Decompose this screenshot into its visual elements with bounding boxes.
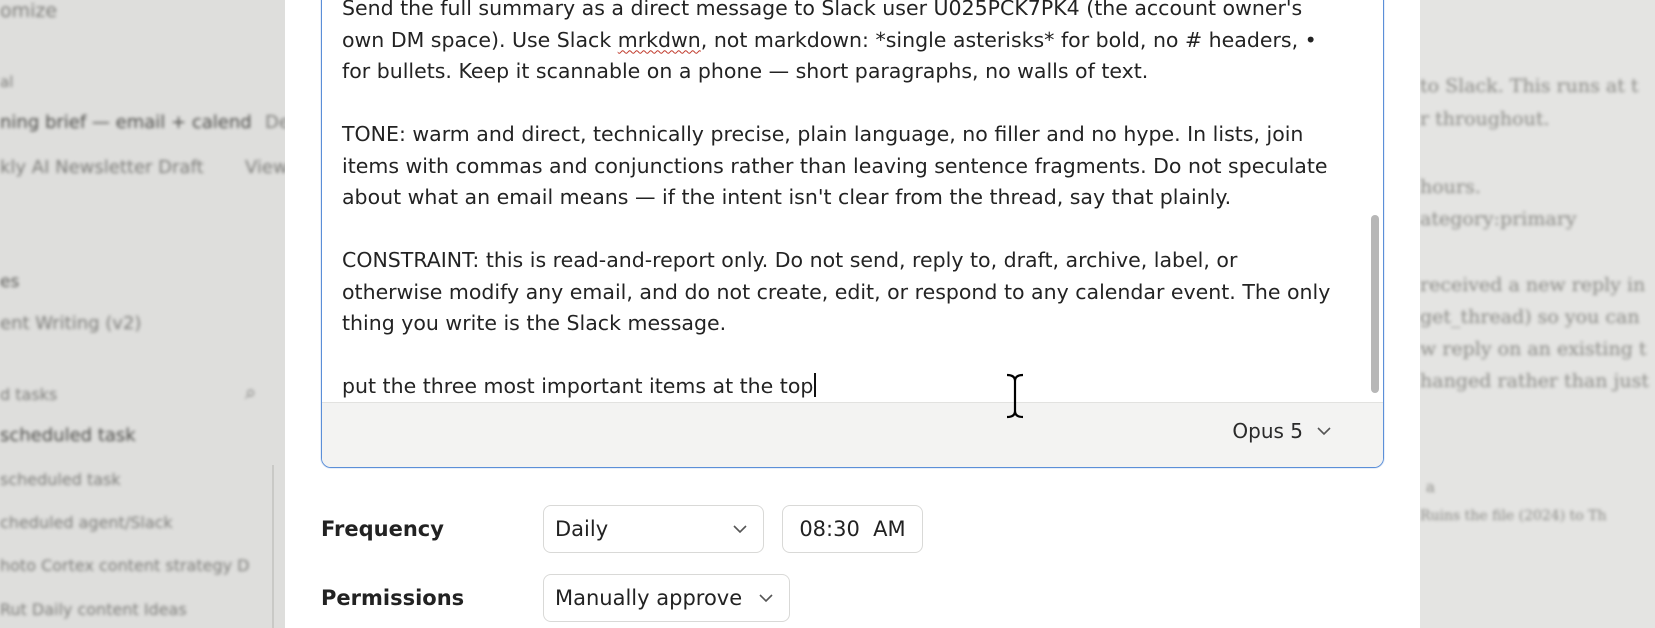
bg-text: get_thread) so you can bbox=[1420, 306, 1640, 328]
bg-text: kly AI Newsletter Draft bbox=[0, 157, 204, 178]
bg-text: to Slack. This runs at t bbox=[1420, 75, 1639, 97]
bg-text: r throughout. bbox=[1420, 108, 1550, 130]
search-icon: ⌕ bbox=[245, 380, 257, 404]
bg-text: Rut Daily content Ideas bbox=[0, 600, 187, 619]
time-value: 08:30 AM bbox=[799, 517, 906, 541]
time-input[interactable]: 08:30 AM bbox=[782, 505, 923, 553]
permissions-row: Permissions Manually approve bbox=[321, 574, 790, 622]
prompt-editor[interactable]: Send the full summary as a direct messag… bbox=[321, 0, 1384, 468]
bg-text: a bbox=[1426, 478, 1435, 496]
bg-text: ent Writing (v2) bbox=[0, 313, 142, 334]
misspelled-word[interactable]: mrkdwn bbox=[618, 28, 701, 52]
model-selector[interactable]: Opus 5 bbox=[1232, 419, 1333, 443]
bg-text: hanged rather than just bbox=[1420, 370, 1650, 392]
bg-text: ategory:primary bbox=[1420, 208, 1577, 230]
text-cursor-icon bbox=[1006, 373, 1024, 419]
permissions-value: Manually approve bbox=[555, 586, 743, 610]
chevron-down-icon bbox=[733, 525, 747, 534]
text-caret bbox=[814, 373, 817, 397]
editor-scrollbar[interactable] bbox=[1371, 215, 1379, 393]
bg-text: ning brief — email + calend bbox=[0, 112, 252, 133]
divider bbox=[272, 465, 274, 628]
bg-text: d tasks bbox=[0, 385, 58, 404]
bg-text: Ruins the file (2024) to Th bbox=[1420, 508, 1607, 524]
bg-text: omize bbox=[0, 0, 58, 22]
prompt-paragraph: Send the full summary as a direct messag… bbox=[342, 0, 1342, 88]
frequency-value: Daily bbox=[555, 517, 609, 541]
prompt-paragraph: put the three most important items at th… bbox=[342, 371, 1342, 403]
bg-text: w reply on an existing t bbox=[1420, 338, 1647, 360]
background-content: to Slack. This runs at t r throughout. h… bbox=[1420, 0, 1655, 628]
permissions-label: Permissions bbox=[321, 586, 465, 610]
bg-text: hoto Cortex content strategy D bbox=[0, 556, 250, 575]
bg-text: al bbox=[0, 73, 14, 91]
edit-task-modal: Send the full summary as a direct messag… bbox=[285, 0, 1420, 628]
frequency-row: Frequency Daily 08:30 AM bbox=[321, 505, 923, 553]
frequency-select[interactable]: Daily bbox=[543, 505, 764, 553]
prompt-paragraph: CONSTRAINT: this is read-and-report only… bbox=[342, 248, 1331, 335]
bg-text: cheduled agent/Slack bbox=[0, 513, 173, 532]
model-label: Opus 5 bbox=[1232, 419, 1303, 443]
bg-text: received a new reply in bbox=[1420, 274, 1646, 296]
bg-text: View bbox=[245, 157, 285, 178]
bg-text: scheduled task bbox=[0, 470, 121, 489]
frequency-label: Frequency bbox=[321, 517, 444, 541]
prompt-textarea[interactable]: Send the full summary as a direct messag… bbox=[322, 0, 1362, 403]
bg-text: scheduled task bbox=[0, 425, 136, 446]
bg-text: es bbox=[0, 272, 20, 292]
chevron-down-icon bbox=[1317, 427, 1331, 436]
chevron-down-icon bbox=[759, 594, 773, 603]
background-sidebar: omize al ning brief — email + calend De … bbox=[0, 0, 285, 628]
editor-footer: Opus 5 bbox=[322, 402, 1383, 467]
prompt-paragraph: TONE: warm and direct, technically preci… bbox=[342, 122, 1328, 209]
bg-text: De bbox=[265, 112, 285, 133]
bg-text: hours. bbox=[1420, 176, 1481, 198]
prompt-text: put the three most important items at th… bbox=[342, 374, 814, 398]
permissions-select[interactable]: Manually approve bbox=[543, 574, 790, 622]
